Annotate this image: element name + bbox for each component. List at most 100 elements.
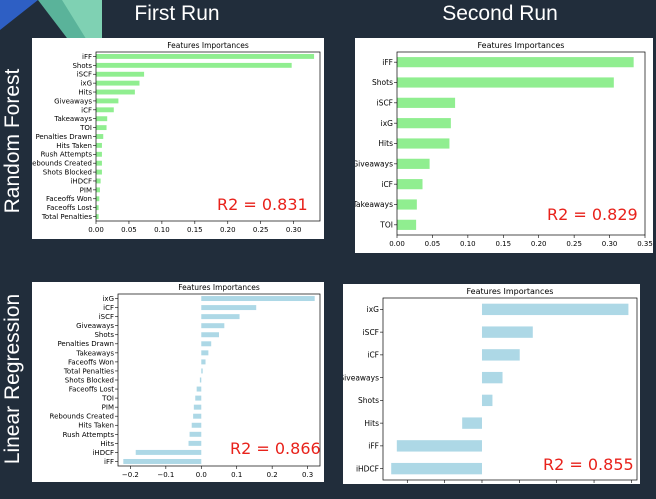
category-label: Faceoffs Lost [47,204,93,212]
bar-iscf [201,314,240,320]
category-label: Giveaways [343,373,379,382]
x-tick-label: 0.00 [389,240,405,248]
bar-ixg [96,80,140,86]
chart-panel-lr-first-run: Features Importances ixG iCF iSCF Giveaways S… [32,282,324,482]
bar-shots [96,62,292,68]
category-label: iCF [103,304,114,312]
bar-shots-blocked [96,169,102,175]
category-label: iCF [381,180,393,189]
category-label: Total Penalties [63,367,115,375]
category-label: Shots Blocked [43,169,92,177]
bar-rebounds-created [193,413,202,419]
column-title-second-run: Second Run [442,2,558,25]
bar-toi [195,395,202,401]
x-tick-label: 0.25 [566,240,582,248]
category-label: iSCF [363,328,379,337]
column-title-first-run: First Run [134,2,220,25]
category-label: Rebounds Created [50,413,114,421]
category-label: iFF [104,458,114,466]
bar-shots-blocked [199,377,202,383]
bar-pim [96,187,100,193]
bar-ixg [481,303,629,316]
row-title-linear-regression: Linear Regression [1,293,24,465]
category-label: Rebounds Created [32,160,92,168]
category-label: Giveaways [76,322,114,330]
bar-hits [188,440,202,446]
bar-total-penalties [96,214,99,219]
bar-iff [397,57,634,68]
bar-ihdcf [96,178,101,184]
r2-annotation: R2 = 0.866 [230,439,321,458]
bar-hits-taken [96,142,102,148]
category-label: TOI [101,395,114,403]
category-label: Hits [378,139,393,148]
x-tick-label: 0.10 [460,240,476,248]
category-label: iFF [82,53,92,61]
bar-shots [397,77,614,88]
x-tick-label: 0.35 [637,240,653,248]
bar-giveaways [481,371,503,384]
category-label: Takeaways [355,200,393,209]
bar-hits [462,417,482,429]
category-label: TOI [379,220,393,229]
plot-frame [382,297,638,481]
bar-ixg [201,296,315,302]
bar-toi [397,219,417,230]
bar-ixg [397,118,451,129]
bar-hits [397,138,450,149]
category-label: ixG [80,80,92,88]
x-tick-label: 0.05 [425,240,441,248]
bar-takeaways [201,350,209,356]
x-tick-label: 0.15 [495,240,511,248]
x-tick-label: 0.20 [220,226,236,234]
bar-takeaways [96,116,108,122]
chart-panel-lr-second-run: Features Importances ixG iSCF iCF Giveaways S… [343,284,640,484]
category-label: Rush Attempts [41,151,93,159]
bar-shots [201,332,219,338]
category-label: iSCF [377,98,393,107]
category-label: iSCF [99,313,114,321]
x-tick-label: 0.3 [302,471,313,479]
category-label: Giveaways [355,159,393,168]
x-tick-label: 0.05 [121,226,137,234]
category-label: iHDCF [356,464,379,473]
bar-total-penalties [201,368,203,374]
category-label: Hits [78,88,92,96]
x-tick-label: −0.1 [157,471,174,479]
category-label: iFF [368,442,379,451]
category-label: Rush Attempts [63,431,115,439]
category-label: TOI [79,124,92,132]
x-tick-label: 0.10 [154,226,170,234]
category-label: PIM [102,404,114,412]
bar-hits [96,89,135,95]
bar-penalties-drawn [96,134,104,139]
x-tick-label: 0.1 [231,471,242,479]
bar-ihdcf [391,462,482,475]
bar-icf [201,305,257,311]
bar-pim [193,404,202,410]
bar-faceoffs-won [201,359,206,365]
category-label: ixG [367,305,380,314]
chart-title: Features Importances [178,283,260,292]
chart-title: Features Importances [478,41,565,50]
x-tick-label: 0.30 [602,240,618,248]
r2-annotation: R2 = 0.829 [547,205,638,224]
chart-panel-rf-first-run: Features Importances iFF Shots iSCF ixG Hits G… [32,38,324,239]
category-label: ixG [102,295,114,303]
category-label: PIM [80,186,92,194]
bar-iscf [96,71,145,77]
x-tick-label: −0.2 [122,471,139,479]
bar-icf [96,107,114,113]
r2-annotation: R2 = 0.831 [217,195,308,214]
bar-shots [481,394,493,407]
category-label: Hits Taken [78,422,114,430]
bar-faceoffs-lost [196,386,202,392]
bar-iff [396,440,482,452]
bar-icf [481,349,520,361]
bar-faceoffs-won [96,196,100,202]
category-label: ixG [381,119,394,128]
category-label: Faceoffs Won [68,358,114,366]
bar-giveaways [397,158,430,169]
chart-rf-first-run: Features Importances iFFShotsiSCFixGHitsG… [32,41,321,234]
chart-title: Features Importances [167,41,249,50]
